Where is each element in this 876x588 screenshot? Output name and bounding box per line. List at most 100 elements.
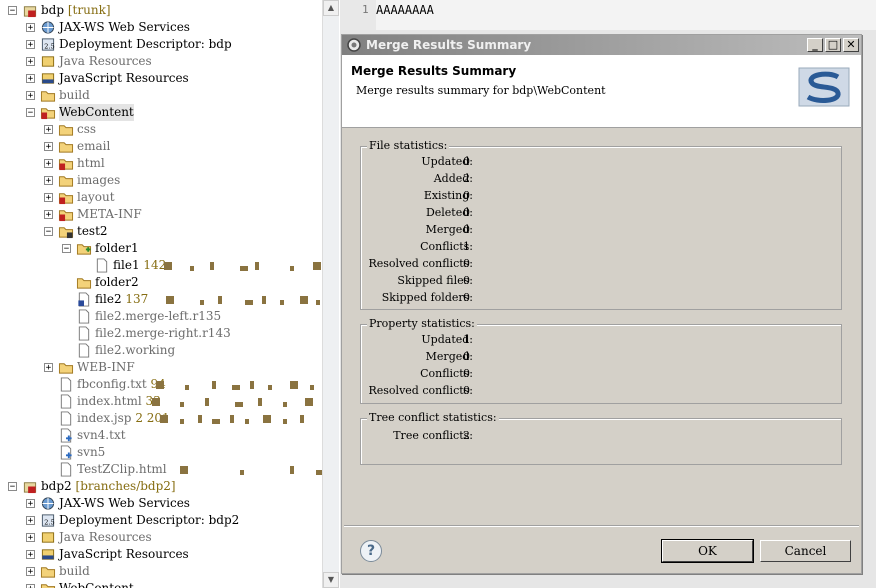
collapse-toggle[interactable]: −	[62, 244, 71, 254]
tree-item[interactable]: index.html 33	[0, 393, 322, 410]
folder-icon	[58, 176, 74, 187]
collapse-toggle[interactable]: −	[26, 108, 35, 118]
tree-item[interactable]: + build	[0, 563, 322, 580]
tree-item[interactable]: + css	[0, 121, 322, 138]
redaction-mark	[290, 466, 294, 474]
expand-toggle[interactable]: +	[26, 40, 35, 50]
file-statistics-group: File statistics: Updated: 0 Added: 2 Existin…	[360, 139, 842, 310]
tree-item[interactable]: +2.5 Deployment Descriptor: bdp2	[0, 512, 322, 529]
stat-value: 1	[463, 240, 470, 253]
redaction-mark	[152, 398, 160, 406]
maximize-button[interactable]: □	[825, 38, 841, 52]
folder-conflict-icon	[58, 193, 74, 205]
tree-item[interactable]: − bdp2 [branches/bdp2]	[0, 478, 322, 495]
tree-item-label: JAX-WS Web Services	[59, 495, 190, 512]
help-icon[interactable]: ?	[360, 540, 382, 562]
expand-toggle[interactable]: +	[26, 516, 35, 526]
tree-item[interactable]: svn4.txt	[0, 427, 322, 444]
tree-item[interactable]: + META-INF	[0, 206, 322, 223]
tree-item[interactable]: + build	[0, 87, 322, 104]
tree-item[interactable]: + JavaScript Resources	[0, 546, 322, 563]
tree-item-text: fbconfig.txt	[77, 377, 147, 391]
file-icon	[60, 394, 72, 409]
redaction-mark	[205, 398, 209, 406]
collapse-toggle[interactable]: −	[8, 482, 17, 492]
expand-toggle[interactable]: +	[26, 23, 35, 33]
tree-item[interactable]: file1 142	[0, 257, 322, 274]
expand-toggle[interactable]: +	[44, 176, 53, 186]
tree-item[interactable]: + images	[0, 172, 322, 189]
expand-toggle[interactable]: +	[26, 567, 35, 577]
tree-item[interactable]: file2.working	[0, 342, 322, 359]
tree-item-label: build	[59, 563, 90, 580]
tree-item-text: JavaScript Resources	[59, 71, 189, 85]
tree-item-text: META-INF	[77, 207, 142, 221]
tree-item[interactable]: folder2	[0, 274, 322, 291]
expand-toggle[interactable]: +	[44, 142, 53, 152]
merge-results-dialog: Merge Results Summary _ □ ✕ Merge Result…	[341, 34, 862, 574]
tree-item[interactable]: + email	[0, 138, 322, 155]
tree-item[interactable]: + html	[0, 155, 322, 172]
tree-item[interactable]: file2.merge-right.r143	[0, 325, 322, 342]
close-button[interactable]: ✕	[843, 38, 859, 52]
expand-toggle[interactable]: +	[44, 159, 53, 169]
tree-item[interactable]: + Java Resources	[0, 529, 322, 546]
subversion-logo-icon	[798, 67, 850, 107]
cancel-button[interactable]: Cancel	[760, 540, 851, 562]
tree-item-text: html	[77, 156, 105, 170]
expand-toggle[interactable]: +	[44, 193, 53, 203]
folder-conflict-icon	[40, 108, 56, 120]
file-icon	[78, 343, 90, 358]
minimize-button[interactable]: _	[807, 38, 823, 52]
expand-toggle[interactable]: +	[26, 584, 35, 588]
tree-item-text: folder2	[95, 275, 139, 289]
tree-item[interactable]: TestZClip.html	[0, 461, 322, 478]
tree-item-label: Deployment Descriptor: bdp2	[59, 512, 239, 529]
tree-item[interactable]: +2.5 Deployment Descriptor: bdp	[0, 36, 322, 53]
expand-toggle[interactable]: +	[26, 57, 35, 67]
stat-label: Deleted:	[425, 206, 473, 219]
tree-item[interactable]: + JAX-WS Web Services	[0, 495, 322, 512]
tree-item-label: svn5	[77, 444, 105, 461]
tree-item[interactable]: + WebContent	[0, 580, 322, 588]
expand-toggle[interactable]: +	[26, 91, 35, 101]
stat-label: Merged:	[425, 350, 473, 363]
tree-item-text: JavaScript Resources	[59, 547, 189, 561]
tree-item-text: file2	[95, 292, 122, 306]
dialog-titlebar[interactable]: Merge Results Summary _ □ ✕	[342, 35, 861, 55]
tree-item[interactable]: + JavaScript Resources	[0, 70, 322, 87]
tree-item-label: file2 137	[95, 291, 148, 308]
stat-label: Skipped files:	[397, 274, 473, 287]
tree-item[interactable]: − bdp [trunk]	[0, 2, 322, 19]
collapse-toggle[interactable]: −	[8, 6, 17, 16]
tree-item[interactable]: + layout	[0, 189, 322, 206]
project-explorer: − bdp [trunk] + JAX-WS Web Services +2.5 Depl…	[0, 0, 340, 588]
folder-icon	[58, 125, 74, 136]
expand-toggle[interactable]: +	[26, 550, 35, 560]
tree-item[interactable]: + Java Resources	[0, 53, 322, 70]
expand-toggle[interactable]: +	[26, 533, 35, 543]
tree-item[interactable]: + WEB-INF	[0, 359, 322, 376]
scroll-down-button[interactable]: ▼	[323, 572, 339, 588]
editor-line-text[interactable]: AAAAAAAA	[376, 2, 434, 18]
collapse-toggle[interactable]: −	[44, 227, 53, 237]
ok-button[interactable]: OK	[661, 539, 754, 563]
expand-toggle[interactable]: +	[26, 499, 35, 509]
tree-item-text: WEB-INF	[77, 360, 135, 374]
expand-toggle[interactable]: +	[26, 74, 35, 84]
expand-toggle[interactable]: +	[44, 363, 53, 373]
tree-item[interactable]: file2.merge-left.r135	[0, 308, 322, 325]
expand-toggle[interactable]: +	[44, 125, 53, 135]
tree-item[interactable]: + JAX-WS Web Services	[0, 19, 322, 36]
redaction-mark	[290, 266, 294, 271]
folder-icon	[58, 363, 74, 374]
tree-item[interactable]: file2 137	[0, 291, 322, 308]
tree-item[interactable]: − folder1	[0, 240, 322, 257]
tree-item-text: file2.merge-left.r135	[95, 309, 222, 323]
expand-toggle[interactable]: +	[44, 210, 53, 220]
tree-item[interactable]: − test2	[0, 223, 322, 240]
tree-item-label: bdp [trunk]	[41, 2, 111, 19]
scroll-up-button[interactable]: ▲	[323, 0, 339, 16]
tree-item[interactable]: − WebContent	[0, 104, 322, 121]
tree-item[interactable]: svn5	[0, 444, 322, 461]
